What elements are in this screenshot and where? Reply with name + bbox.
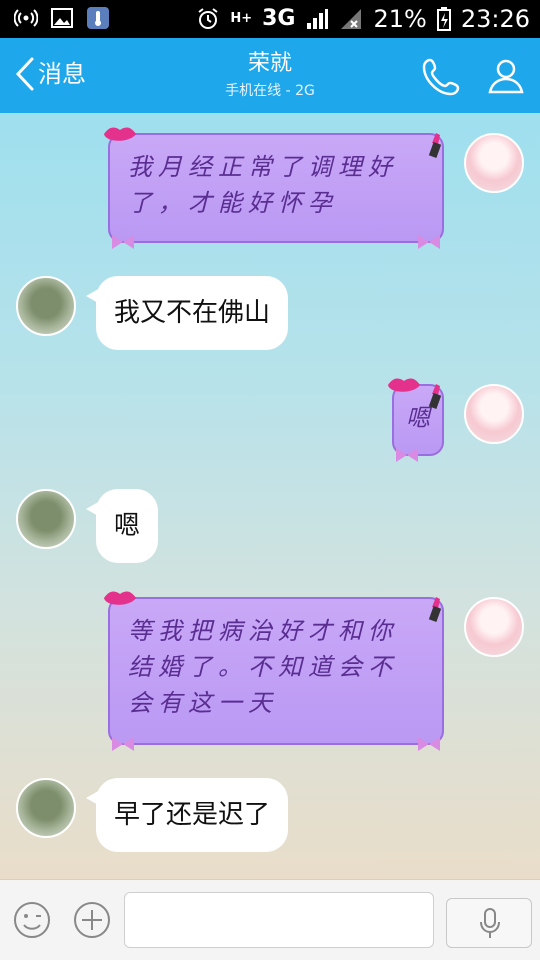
message-list[interactable]: 我月经正常了调理好了，才能好怀孕 我又不在佛山 嗯 嗯 等我把病治好才和你结婚了… bbox=[0, 113, 540, 879]
message-input[interactable] bbox=[124, 892, 434, 948]
message-text: 早了还是迟了 bbox=[114, 800, 271, 830]
message-text: 嗯 bbox=[114, 511, 141, 541]
emoji-icon[interactable] bbox=[12, 900, 52, 940]
bow-icon bbox=[418, 737, 440, 751]
no-signal-icon bbox=[341, 9, 362, 29]
message-text: 我月经正常了调理好了，才能好怀孕 bbox=[128, 153, 398, 217]
message-bubble-received[interactable]: 嗯 bbox=[85, 489, 159, 563]
peer-avatar[interactable] bbox=[16, 778, 76, 838]
hspa-icon: H+ bbox=[230, 11, 253, 26]
bow-icon bbox=[418, 235, 440, 249]
message-bubble-sent[interactable]: 我月经正常了调理好了，才能好怀孕 bbox=[104, 127, 444, 249]
message-bubble-sent[interactable]: 等我把病治好才和你结婚了。不知道会不会有这一天 bbox=[104, 591, 444, 751]
clock: 23:26 bbox=[460, 5, 530, 33]
wifi-hotspot-icon bbox=[14, 9, 38, 27]
microphone-icon bbox=[480, 908, 500, 938]
peer-avatar[interactable] bbox=[16, 489, 76, 549]
battery-percent: 21% bbox=[373, 5, 427, 33]
bow-icon bbox=[112, 235, 134, 249]
phone-call-icon[interactable] bbox=[420, 54, 464, 98]
input-bar bbox=[0, 879, 540, 960]
message-text: 我又不在佛山 bbox=[114, 298, 271, 328]
peer-avatar[interactable] bbox=[16, 276, 76, 336]
lips-icon bbox=[104, 591, 136, 605]
lips-icon bbox=[388, 378, 420, 392]
my-avatar[interactable] bbox=[464, 133, 524, 193]
status-bar: H+ 3G 21% 23:26 bbox=[0, 0, 540, 38]
profile-icon[interactable] bbox=[484, 54, 528, 98]
voice-button[interactable] bbox=[446, 898, 532, 948]
lipstick-icon bbox=[428, 133, 442, 158]
lipstick-icon bbox=[428, 597, 442, 622]
bow-icon bbox=[112, 737, 134, 751]
chat-header: 消息 荣就 手机在线 - 2G bbox=[0, 38, 540, 113]
my-avatar[interactable] bbox=[464, 597, 524, 657]
lipstick-icon bbox=[428, 384, 442, 409]
lips-icon bbox=[104, 127, 136, 141]
message-bubble-received[interactable]: 早了还是迟了 bbox=[85, 778, 289, 852]
plus-icon[interactable] bbox=[72, 900, 112, 940]
message-bubble-sent[interactable]: 嗯 bbox=[388, 378, 444, 462]
signal-icon bbox=[307, 9, 329, 29]
thermometer-app-icon bbox=[87, 7, 109, 29]
my-avatar[interactable] bbox=[464, 384, 524, 444]
message-text: 等我把病治好才和你结婚了。不知道会不会有这一天 bbox=[128, 617, 398, 717]
message-bubble-received[interactable]: 我又不在佛山 bbox=[85, 276, 289, 350]
image-icon bbox=[51, 8, 73, 28]
bow-icon bbox=[396, 448, 418, 462]
alarm-icon bbox=[198, 8, 218, 29]
battery-charging-icon bbox=[436, 7, 451, 31]
network-type: 3G bbox=[262, 6, 296, 31]
